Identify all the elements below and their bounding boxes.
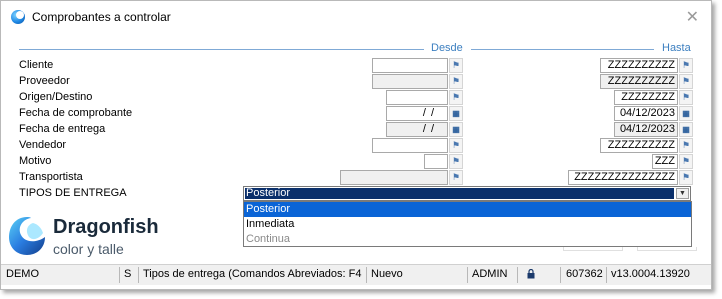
- motivo-desde-input[interactable]: [424, 154, 448, 169]
- status-divider: [366, 267, 367, 283]
- desde-divider: [19, 49, 424, 50]
- brand-name: Dragonfish: [53, 216, 159, 238]
- hasta-header: Hasta: [662, 42, 691, 54]
- label-fecha-entrega: Fecha de entrega: [19, 123, 106, 135]
- status-divider: [560, 267, 561, 283]
- fecha-comprobante-hasta-input[interactable]: 04/12/2023: [614, 106, 678, 121]
- fecha-comprobante-desde-calendar-icon[interactable]: ▦: [449, 106, 463, 121]
- label-fecha-comprobante: Fecha de comprobante: [19, 107, 133, 119]
- label-motivo: Motivo: [19, 155, 52, 167]
- tipos-entrega-select[interactable]: Posterior ▼: [243, 186, 691, 201]
- close-icon[interactable]: ✕: [686, 7, 699, 27]
- brand-tagline: color y talle: [53, 241, 124, 257]
- origen-desde-input[interactable]: [386, 90, 448, 105]
- option-posterior[interactable]: Posterior: [244, 202, 691, 217]
- hidden-button-right[interactable]: [637, 247, 697, 251]
- status-divider: [119, 267, 120, 283]
- proveedor-hasta-lookup-icon[interactable]: ⚑: [679, 74, 693, 89]
- motivo-hasta-lookup-icon[interactable]: ⚑: [679, 154, 693, 169]
- label-cliente: Cliente: [19, 59, 54, 71]
- fecha-entrega-hasta-input[interactable]: 04/12/2023: [614, 122, 678, 137]
- vendedor-hasta-input[interactable]: ZZZZZZZZZZ: [600, 138, 678, 153]
- fecha-entrega-desde-calendar-icon[interactable]: ▦: [449, 122, 463, 137]
- status-message: Tipos de entrega (Comandos Abreviados: F…: [143, 268, 365, 280]
- status-number: 607362: [566, 268, 603, 280]
- vendedor-hasta-lookup-icon[interactable]: ⚑: [679, 138, 693, 153]
- option-continua[interactable]: Continua: [244, 232, 691, 247]
- fecha-entrega-desde-input[interactable]: / /: [386, 122, 448, 137]
- fecha-entrega-hasta-calendar-icon[interactable]: ▦: [679, 122, 693, 137]
- option-inmediata[interactable]: Inmediata: [244, 217, 691, 232]
- chevron-down-icon[interactable]: ▼: [676, 188, 689, 199]
- window-title: Comprobantes a controlar: [32, 10, 171, 24]
- lock-icon: [527, 269, 535, 279]
- desde-header: Desde: [431, 42, 463, 54]
- cliente-desde-input[interactable]: [372, 58, 448, 73]
- origen-desde-lookup-icon[interactable]: ⚑: [449, 90, 463, 105]
- status-divider: [138, 267, 139, 283]
- proveedor-desde-input[interactable]: [372, 74, 448, 89]
- hidden-button-left[interactable]: [563, 247, 623, 251]
- status-divider: [517, 267, 518, 283]
- tipos-entrega-selected: Posterior: [245, 188, 674, 199]
- dialog-window: Comprobantes a controlar ✕ Desde Hasta C…: [0, 0, 712, 290]
- status-version: v13.0004.13920: [611, 268, 690, 280]
- fecha-comprobante-desde-input[interactable]: / /: [386, 106, 448, 121]
- origen-hasta-lookup-icon[interactable]: ⚑: [679, 90, 693, 105]
- hasta-divider: [471, 49, 654, 50]
- cliente-hasta-lookup-icon[interactable]: ⚑: [679, 58, 693, 73]
- status-divider: [606, 267, 607, 283]
- label-vendedor: Vendedor: [19, 139, 67, 151]
- cliente-hasta-input[interactable]: ZZZZZZZZZZ: [600, 58, 678, 73]
- motivo-hasta-input[interactable]: ZZZ: [652, 154, 678, 169]
- label-origen-destino: Origen/Destino: [19, 91, 93, 103]
- transportista-desde-input[interactable]: [340, 170, 448, 185]
- proveedor-desde-lookup-icon[interactable]: ⚑: [449, 74, 463, 89]
- app-icon: [11, 10, 25, 24]
- label-proveedor: Proveedor: [19, 75, 70, 87]
- dragonfish-logo-icon: [9, 217, 45, 255]
- proveedor-hasta-input[interactable]: ZZZZZZZZZZ: [600, 74, 678, 89]
- vendedor-desde-input[interactable]: [372, 138, 448, 153]
- motivo-desde-lookup-icon[interactable]: ⚑: [449, 154, 463, 169]
- transportista-desde-lookup-icon[interactable]: ⚑: [449, 170, 463, 185]
- status-divider: [467, 267, 468, 283]
- title-bar: Comprobantes a controlar ✕: [1, 1, 711, 33]
- status-mode: S: [124, 268, 132, 280]
- cliente-desde-lookup-icon[interactable]: ⚑: [449, 58, 463, 73]
- transportista-hasta-input[interactable]: ZZZZZZZZZZZZZZZ: [568, 170, 678, 185]
- status-bar: DEMO S Tipos de entrega (Comandos Abrevi…: [1, 264, 711, 285]
- fecha-comprobante-hasta-calendar-icon[interactable]: ▦: [679, 106, 693, 121]
- tipos-entrega-dropdown: Posterior Inmediata Continua: [243, 201, 692, 247]
- status-state: Nuevo: [371, 268, 403, 280]
- label-transportista: Transportista: [19, 171, 83, 183]
- vendedor-desde-lookup-icon[interactable]: ⚑: [449, 138, 463, 153]
- status-user: ADMIN: [472, 268, 508, 280]
- status-company: DEMO: [6, 268, 39, 280]
- label-tipos-entrega: TIPOS DE ENTREGA: [19, 187, 127, 199]
- origen-hasta-input[interactable]: ZZZZZZZZ: [614, 90, 678, 105]
- transportista-hasta-lookup-icon[interactable]: ⚑: [679, 170, 693, 185]
